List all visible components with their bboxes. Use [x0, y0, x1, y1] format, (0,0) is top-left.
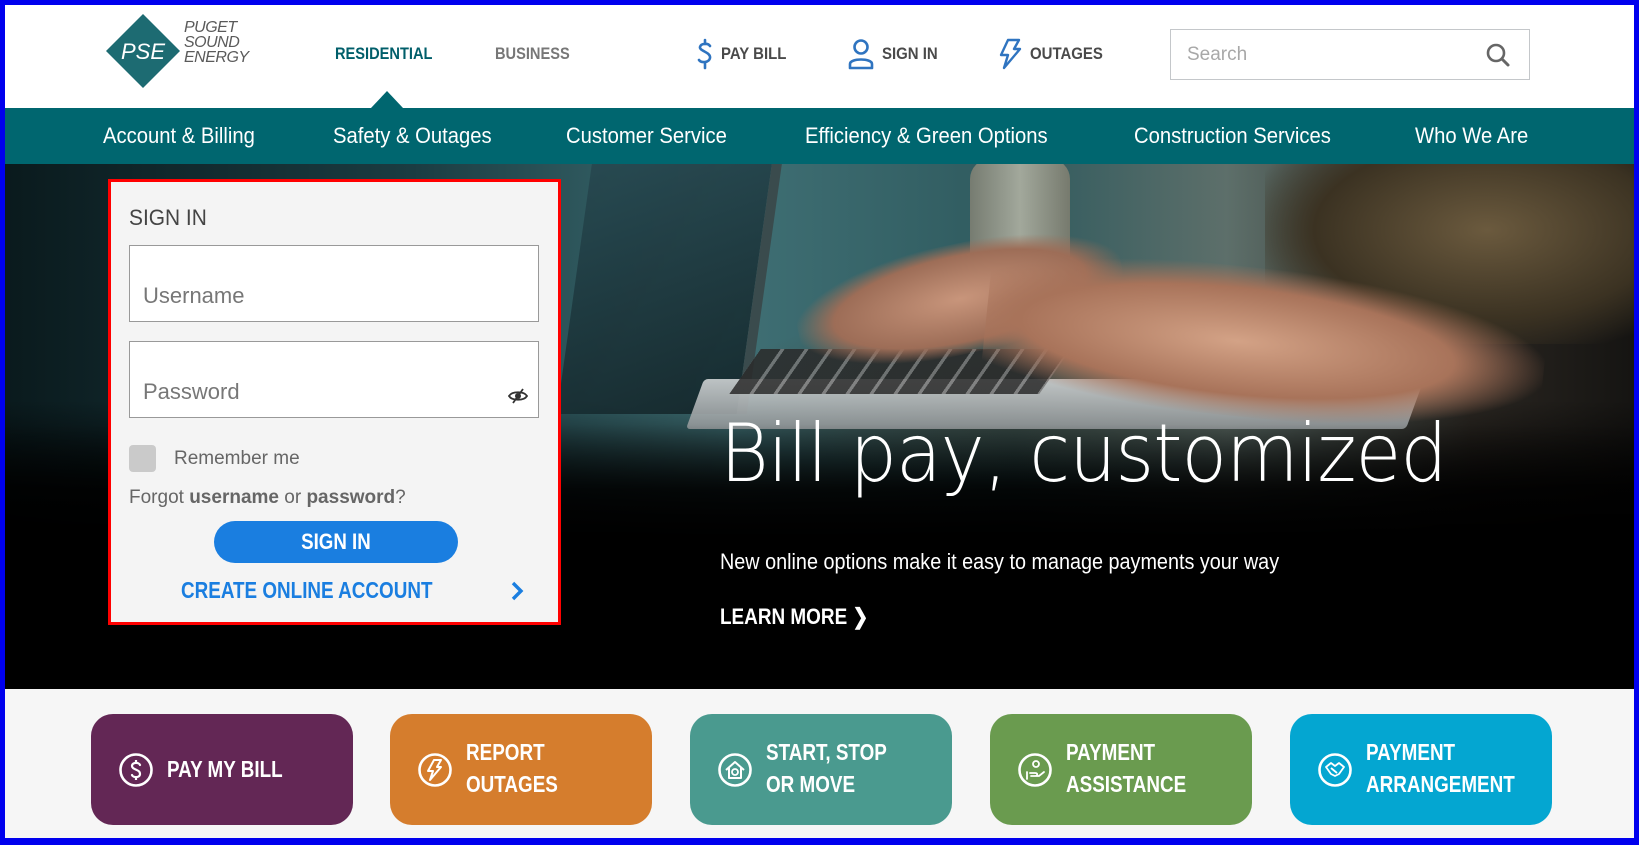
pse-logo[interactable]: PSE PUGET SOUND ENERGY: [106, 14, 266, 88]
remember-me-checkbox[interactable]: [129, 445, 156, 472]
logo-word: ENERGY: [184, 49, 249, 66]
lightning-circle-icon: [418, 753, 452, 787]
tab-business[interactable]: BUSINESS: [495, 44, 570, 64]
sign-in-title: SIGN IN: [129, 205, 207, 230]
nav-efficiency-green[interactable]: Efficiency & Green Options: [805, 108, 1048, 164]
pse-diamond-logo-icon: PSE: [106, 14, 180, 88]
chevron-right-icon: ❯: [852, 604, 869, 629]
eye-slash-icon[interactable]: [508, 387, 528, 405]
sign-in-button[interactable]: SIGN IN: [214, 521, 458, 563]
hero-subtitle: New online options make it easy to manag…: [720, 549, 1280, 574]
forgot-suffix: ?: [395, 487, 406, 508]
nav-safety-outages[interactable]: Safety & Outages: [333, 108, 492, 164]
dollar-circle-icon: [119, 753, 153, 787]
tile-label: PAY MY BILL: [167, 756, 283, 782]
sign-in-label: SIGN IN: [882, 44, 938, 63]
pay-bill-link[interactable]: PAY BILL: [697, 37, 795, 71]
search-icon[interactable]: [1485, 42, 1511, 68]
hand-circle-icon: [1018, 753, 1052, 787]
create-online-account-link[interactable]: CREATE ONLINE ACCOUNT: [181, 577, 524, 604]
create-account-label: CREATE ONLINE ACCOUNT: [181, 577, 433, 603]
quick-actions: PAY MY BILL REPORT OUTAGES START, STOP O…: [5, 689, 1634, 838]
dollar-icon: [697, 38, 712, 70]
password-field: [129, 341, 539, 418]
sign-in-link[interactable]: SIGN IN: [848, 37, 945, 71]
tile-report-outages[interactable]: REPORT OUTAGES: [390, 714, 652, 825]
username-input[interactable]: [130, 279, 490, 313]
tile-label: START, STOP OR MOVE: [766, 739, 887, 797]
tile-label: PAYMENT ASSISTANCE: [1066, 739, 1187, 797]
tile-payment-arrangement[interactable]: PAYMENT ARRANGEMENT: [1290, 714, 1552, 825]
outages-label: OUTAGES: [1030, 44, 1103, 63]
nav-who-we-are[interactable]: Who We Are: [1415, 108, 1528, 164]
remember-me-label: Remember me: [174, 447, 300, 469]
nav-account-billing[interactable]: Account & Billing: [103, 108, 255, 164]
password-input[interactable]: [130, 375, 490, 409]
username-field: [129, 245, 539, 322]
forgot-credentials: Forgot username or password?: [129, 487, 406, 509]
search-box: [1170, 29, 1530, 80]
page: PSE PUGET SOUND ENERGY RESIDENTIAL BUSIN…: [5, 5, 1634, 838]
forgot-or: or: [284, 487, 302, 508]
home-circle-icon: [718, 753, 752, 787]
nav-customer-service[interactable]: Customer Service: [566, 108, 727, 164]
outages-link[interactable]: OUTAGES: [998, 37, 1113, 71]
logo-mark: PSE: [121, 39, 165, 64]
tile-label: PAYMENT ARRANGEMENT: [1366, 739, 1515, 797]
sign-in-panel: SIGN IN Remember me Forgot username or p…: [108, 179, 561, 625]
tile-start-stop-move[interactable]: START, STOP OR MOVE: [690, 714, 952, 825]
search-input[interactable]: [1171, 30, 1471, 79]
hero-title: Bill pay, customized: [720, 407, 1448, 500]
main-nav: Account & Billing Safety & Outages Custo…: [5, 108, 1634, 164]
logo-wordmark: PUGET SOUND ENERGY: [184, 19, 249, 66]
logo-word: PUGET: [184, 19, 237, 36]
logo-word: SOUND: [184, 34, 240, 51]
chevron-right-icon: [511, 581, 524, 600]
lightning-icon: [999, 38, 1022, 70]
active-tab-indicator: [371, 91, 403, 108]
remember-me: Remember me: [129, 445, 300, 472]
pay-bill-label: PAY BILL: [721, 44, 787, 63]
learn-more-label: LEARN MORE: [720, 604, 848, 629]
tile-pay-my-bill[interactable]: PAY MY BILL: [91, 714, 353, 825]
tab-residential[interactable]: RESIDENTIAL: [335, 44, 432, 64]
user-icon: [848, 39, 874, 70]
handshake-circle-icon: [1318, 753, 1352, 787]
forgot-password-link[interactable]: password: [306, 487, 395, 508]
forgot-username-link[interactable]: username: [189, 487, 279, 508]
tile-label: REPORT OUTAGES: [466, 739, 558, 797]
learn-more-link[interactable]: LEARN MORE ❯: [720, 604, 868, 630]
tile-payment-assistance[interactable]: PAYMENT ASSISTANCE: [990, 714, 1252, 825]
sign-in-button-label: SIGN IN: [301, 529, 371, 554]
nav-construction-services[interactable]: Construction Services: [1134, 108, 1331, 164]
forgot-prefix: Forgot: [129, 487, 184, 508]
